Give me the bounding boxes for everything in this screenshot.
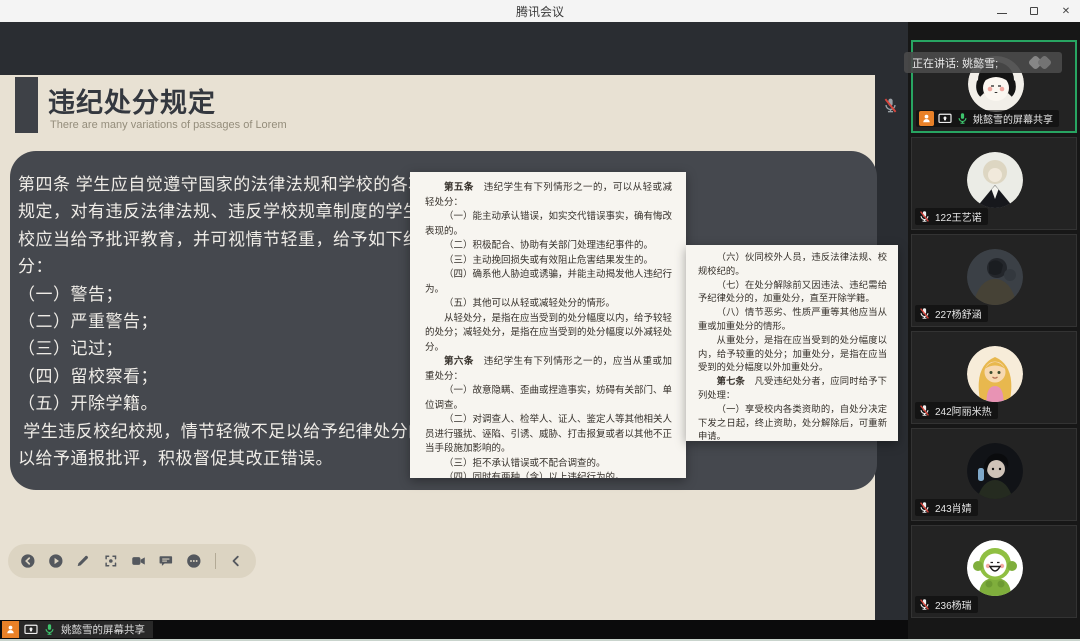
host-badge-icon <box>2 621 19 638</box>
slide-subtitle: There are many variations of passages of… <box>50 119 287 131</box>
document-paragraph: （五）其他可以从轻或减轻处分的情形。 <box>425 297 672 312</box>
camera-icon[interactable] <box>131 551 147 571</box>
app-window: 腾讯会议 ✕ 违纪处分规定 There are many variations … <box>0 0 1080 641</box>
chat-icon[interactable] <box>158 551 174 571</box>
collapse-toolbar-icon[interactable] <box>228 551 244 571</box>
regulation-line: 校应当给予批评教育，并可视情节轻重，给予如下纪律处 <box>18 226 412 253</box>
regulation-line: （四）留校察看； <box>18 363 412 390</box>
mic-muted-icon <box>918 598 931 611</box>
participant-label: 122王艺诺 <box>915 208 988 225</box>
participant-sidebar: 姚懿雪的屏幕共享 122王艺诺 <box>908 22 1080 639</box>
participant-name: 姚懿雪的屏幕共享 <box>973 111 1053 126</box>
document-paragraph: （一）故意隐瞒、歪曲或捏造事实，妨碍有关部门、单位调查。 <box>425 384 672 413</box>
avatar <box>967 443 1023 499</box>
participant-name: 236杨瑞 <box>935 597 972 612</box>
presentation-slide: 违纪处分规定 There are many variations of pass… <box>0 75 875 620</box>
annotation-toolbar <box>8 544 256 578</box>
document-paragraph: （二）对调查人、检举人、证人、鉴定人等其他相关人员进行骚扰、诬陷、引诱、威胁、打… <box>425 413 672 457</box>
participant-name: 243肖婧 <box>935 500 972 515</box>
window-titlebar: 腾讯会议 ✕ <box>0 0 1080 22</box>
watermark-logo <box>1026 56 1056 70</box>
participant-name: 242阿丽米热 <box>935 403 992 418</box>
document-paragraph: （二）积极配合、协助有关部门处理违纪事件的。 <box>425 239 672 254</box>
share-status-chip: 姚懿雪的屏幕共享 <box>2 621 153 638</box>
regulation-line: 以给予通报批评，积极督促其改正错误。 <box>18 445 412 472</box>
document-paragraph: （八）情节恶劣、性质严重等其他应当从重或加重处分的情形。 <box>698 307 887 335</box>
mic-on-icon <box>43 623 56 636</box>
participant-tile[interactable]: 236杨瑞 <box>911 525 1077 618</box>
participant-tile[interactable]: 122王艺诺 <box>911 137 1077 230</box>
regulation-line: （二）严重警告； <box>18 308 412 335</box>
document-page-1: 第五条 违纪学生有下列情形之一的，可以从轻或减轻处分：（一）能主动承认错误，如实… <box>410 172 686 478</box>
mic-on-icon <box>956 112 969 125</box>
regulation-line: （一）警告； <box>18 281 412 308</box>
pencil-icon[interactable] <box>75 551 91 571</box>
regulation-line: （三）记过； <box>18 335 412 362</box>
window-title: 腾讯会议 <box>516 3 564 20</box>
maximize-button[interactable] <box>1028 5 1040 17</box>
regulation-text: 第四条 学生应自觉遵守国家的法律法规和学校的各项管理规定，对有违反法律法规、违反… <box>18 171 412 472</box>
shared-screen-stage: 违纪处分规定 There are many variations of pass… <box>0 22 908 620</box>
previous-button-icon[interactable] <box>20 551 36 571</box>
regulation-line: 分： <box>18 253 412 280</box>
document-paragraph: （四）同时有两种（含）以上违纪行为的。 <box>425 471 672 478</box>
participant-label: 姚懿雪的屏幕共享 <box>916 110 1059 127</box>
sidebar-footer <box>908 620 1080 639</box>
screen-share-icon <box>24 624 38 636</box>
muted-mic-indicator-icon <box>882 97 899 114</box>
mic-muted-icon <box>918 404 931 417</box>
more-button-icon[interactable] <box>186 551 202 571</box>
regulation-line: 第四条 学生应自觉遵守国家的法律法规和学校的各项管理 <box>18 171 412 198</box>
speaking-banner: 正在讲话: 姚懿雪; <box>904 52 1062 73</box>
participant-tile[interactable]: 227杨舒涵 <box>911 234 1077 327</box>
toolbar-divider <box>215 553 216 569</box>
participant-label: 242阿丽米热 <box>915 402 998 419</box>
document-paragraph: （六）伙同校外人员，违反法律法规、校规校纪的。 <box>698 252 887 280</box>
regulation-line: 规定，对有违反法律法规、违反学校规章制度的学生，学 <box>18 198 412 225</box>
mic-muted-icon <box>918 501 931 514</box>
participant-tile[interactable]: 243肖婧 <box>911 428 1077 521</box>
avatar <box>967 540 1023 596</box>
close-button[interactable]: ✕ <box>1060 5 1072 17</box>
speaking-banner-text: 正在讲话: 姚懿雪; <box>912 55 1026 71</box>
document-paragraph: 第六条 违纪学生有下列情形之一的，应当从重或加重处分： <box>425 355 672 384</box>
mic-muted-icon <box>918 307 931 320</box>
mic-muted-icon <box>918 210 931 223</box>
document-paragraph: （七）在处分解除前又因违法、违纪需给予纪律处分的，加重处分，直至开除学籍。 <box>698 280 887 308</box>
share-label: 姚懿雪的屏幕共享 <box>61 622 145 637</box>
document-paragraph: 从重处分，是指在应当受到的处分幅度以内，给予较重的处分；加重处分，是指在应当受到… <box>698 335 887 376</box>
document-paragraph: 第五条 违纪学生有下列情形之一的，可以从轻或减轻处分： <box>425 181 672 210</box>
participant-label: 243肖婧 <box>915 499 978 516</box>
slide-title: 违纪处分规定 <box>48 81 216 120</box>
document-paragraph: 第七条 凡受违纪处分者，应同时给予下列处理： <box>698 376 887 404</box>
document-paragraph: （三）主动挽回损失或有效阻止危害结果发生的。 <box>425 254 672 269</box>
regulation-line: 学生违反校纪校规，情节轻微不足以给予纪律处分的，可 <box>18 418 412 445</box>
avatar <box>967 346 1023 402</box>
bottom-status-bar: 姚懿雪的屏幕共享 <box>0 620 908 639</box>
document-paragraph: 从轻处分，是指在应当受到的处分幅度以内，给予较轻的处分；减轻处分，是指在应当受到… <box>425 312 672 356</box>
participant-tile[interactable]: 242阿丽米热 <box>911 331 1077 424</box>
participant-name: 122王艺诺 <box>935 209 982 224</box>
participant-name: 227杨舒涵 <box>935 306 982 321</box>
host-badge-icon <box>919 111 934 126</box>
minimize-button[interactable] <box>996 5 1008 17</box>
window-controls: ✕ <box>996 0 1072 22</box>
document-page-2: （六）伙同校外人员，违反法律法规、校规校纪的。（七）在处分解除前又因违法、违纪需… <box>686 245 898 441</box>
participant-label: 227杨舒涵 <box>915 305 988 322</box>
document-paragraph: （一）能主动承认错误，如实交代错误事实，确有悔改表现的。 <box>425 210 672 239</box>
title-accent-bar <box>15 77 38 133</box>
document-paragraph: （三）拒不承认错误或不配合调查的。 <box>425 457 672 472</box>
avatar <box>967 152 1023 208</box>
focus-icon[interactable] <box>103 551 119 571</box>
regulation-line: （五）开除学籍。 <box>18 390 412 417</box>
next-button-icon[interactable] <box>48 551 64 571</box>
participant-label: 236杨瑞 <box>915 596 978 613</box>
screen-share-icon <box>938 113 952 125</box>
document-paragraph: （四）确系他人胁迫或诱骗，并能主动揭发他人违纪行为。 <box>425 268 672 297</box>
avatar <box>967 249 1023 305</box>
document-paragraph: （一）享受校内各类资助的，自处分决定下发之日起，终止资助，处分解除后，可重新申请… <box>698 404 887 441</box>
